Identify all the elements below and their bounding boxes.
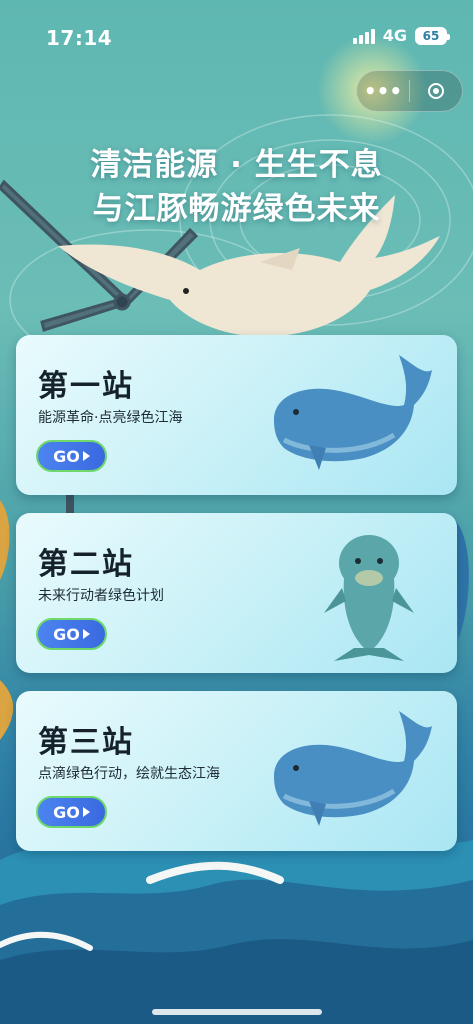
status-indicators: 4G 65 (352, 26, 450, 45)
go-button[interactable]: GO (36, 440, 107, 472)
station-title: 第三站 (38, 725, 134, 760)
page-headline: 清洁能源 · 生生不息 与江豚畅游绿色未来 (0, 143, 473, 231)
headline-line-1: 清洁能源 · 生生不息 (90, 147, 383, 183)
station-title: 第一站 (38, 369, 134, 404)
station-title: 第二站 (38, 547, 134, 582)
more-dots-icon[interactable]: ••• (357, 71, 409, 111)
station-card-3[interactable]: 第三站 点滴绿色行动，绘就生态江海 GO (16, 691, 457, 851)
station-subtitle: 未来行动者绿色计划 (38, 588, 164, 604)
go-label: GO (53, 446, 80, 466)
play-arrow-icon (82, 807, 90, 817)
station-subtitle: 能源革命·点亮绿色江海 (38, 410, 183, 426)
station-card-2[interactable]: 第二站 未来行动者绿色计划 GO (16, 513, 457, 673)
station-card-1[interactable]: 第一站 能源革命·点亮绿色江海 GO (16, 335, 457, 495)
play-arrow-icon (82, 629, 90, 639)
go-button[interactable]: GO (36, 796, 107, 828)
network-type: 4G (382, 26, 407, 45)
headline-line-2: 与江豚畅游绿色未来 (92, 191, 381, 227)
go-label: GO (53, 802, 80, 822)
home-indicator[interactable] (152, 1009, 322, 1015)
miniprogram-capsule: ••• (356, 70, 463, 112)
play-arrow-icon (82, 451, 90, 461)
go-label: GO (53, 624, 80, 644)
whale-icon (274, 711, 432, 826)
whale-icon (274, 355, 432, 470)
signal-icon (352, 28, 375, 44)
go-button[interactable]: GO (36, 618, 107, 650)
station-subtitle: 点滴绿色行动，绘就生态江海 (38, 766, 220, 782)
dolphin-icon (324, 535, 414, 661)
status-bar: 17:14 4G 65 (0, 0, 473, 70)
status-time: 17:14 (46, 26, 113, 50)
battery-level: 65 (422, 28, 440, 43)
target-circle-icon[interactable] (410, 71, 462, 111)
battery-icon: 65 (415, 26, 450, 45)
